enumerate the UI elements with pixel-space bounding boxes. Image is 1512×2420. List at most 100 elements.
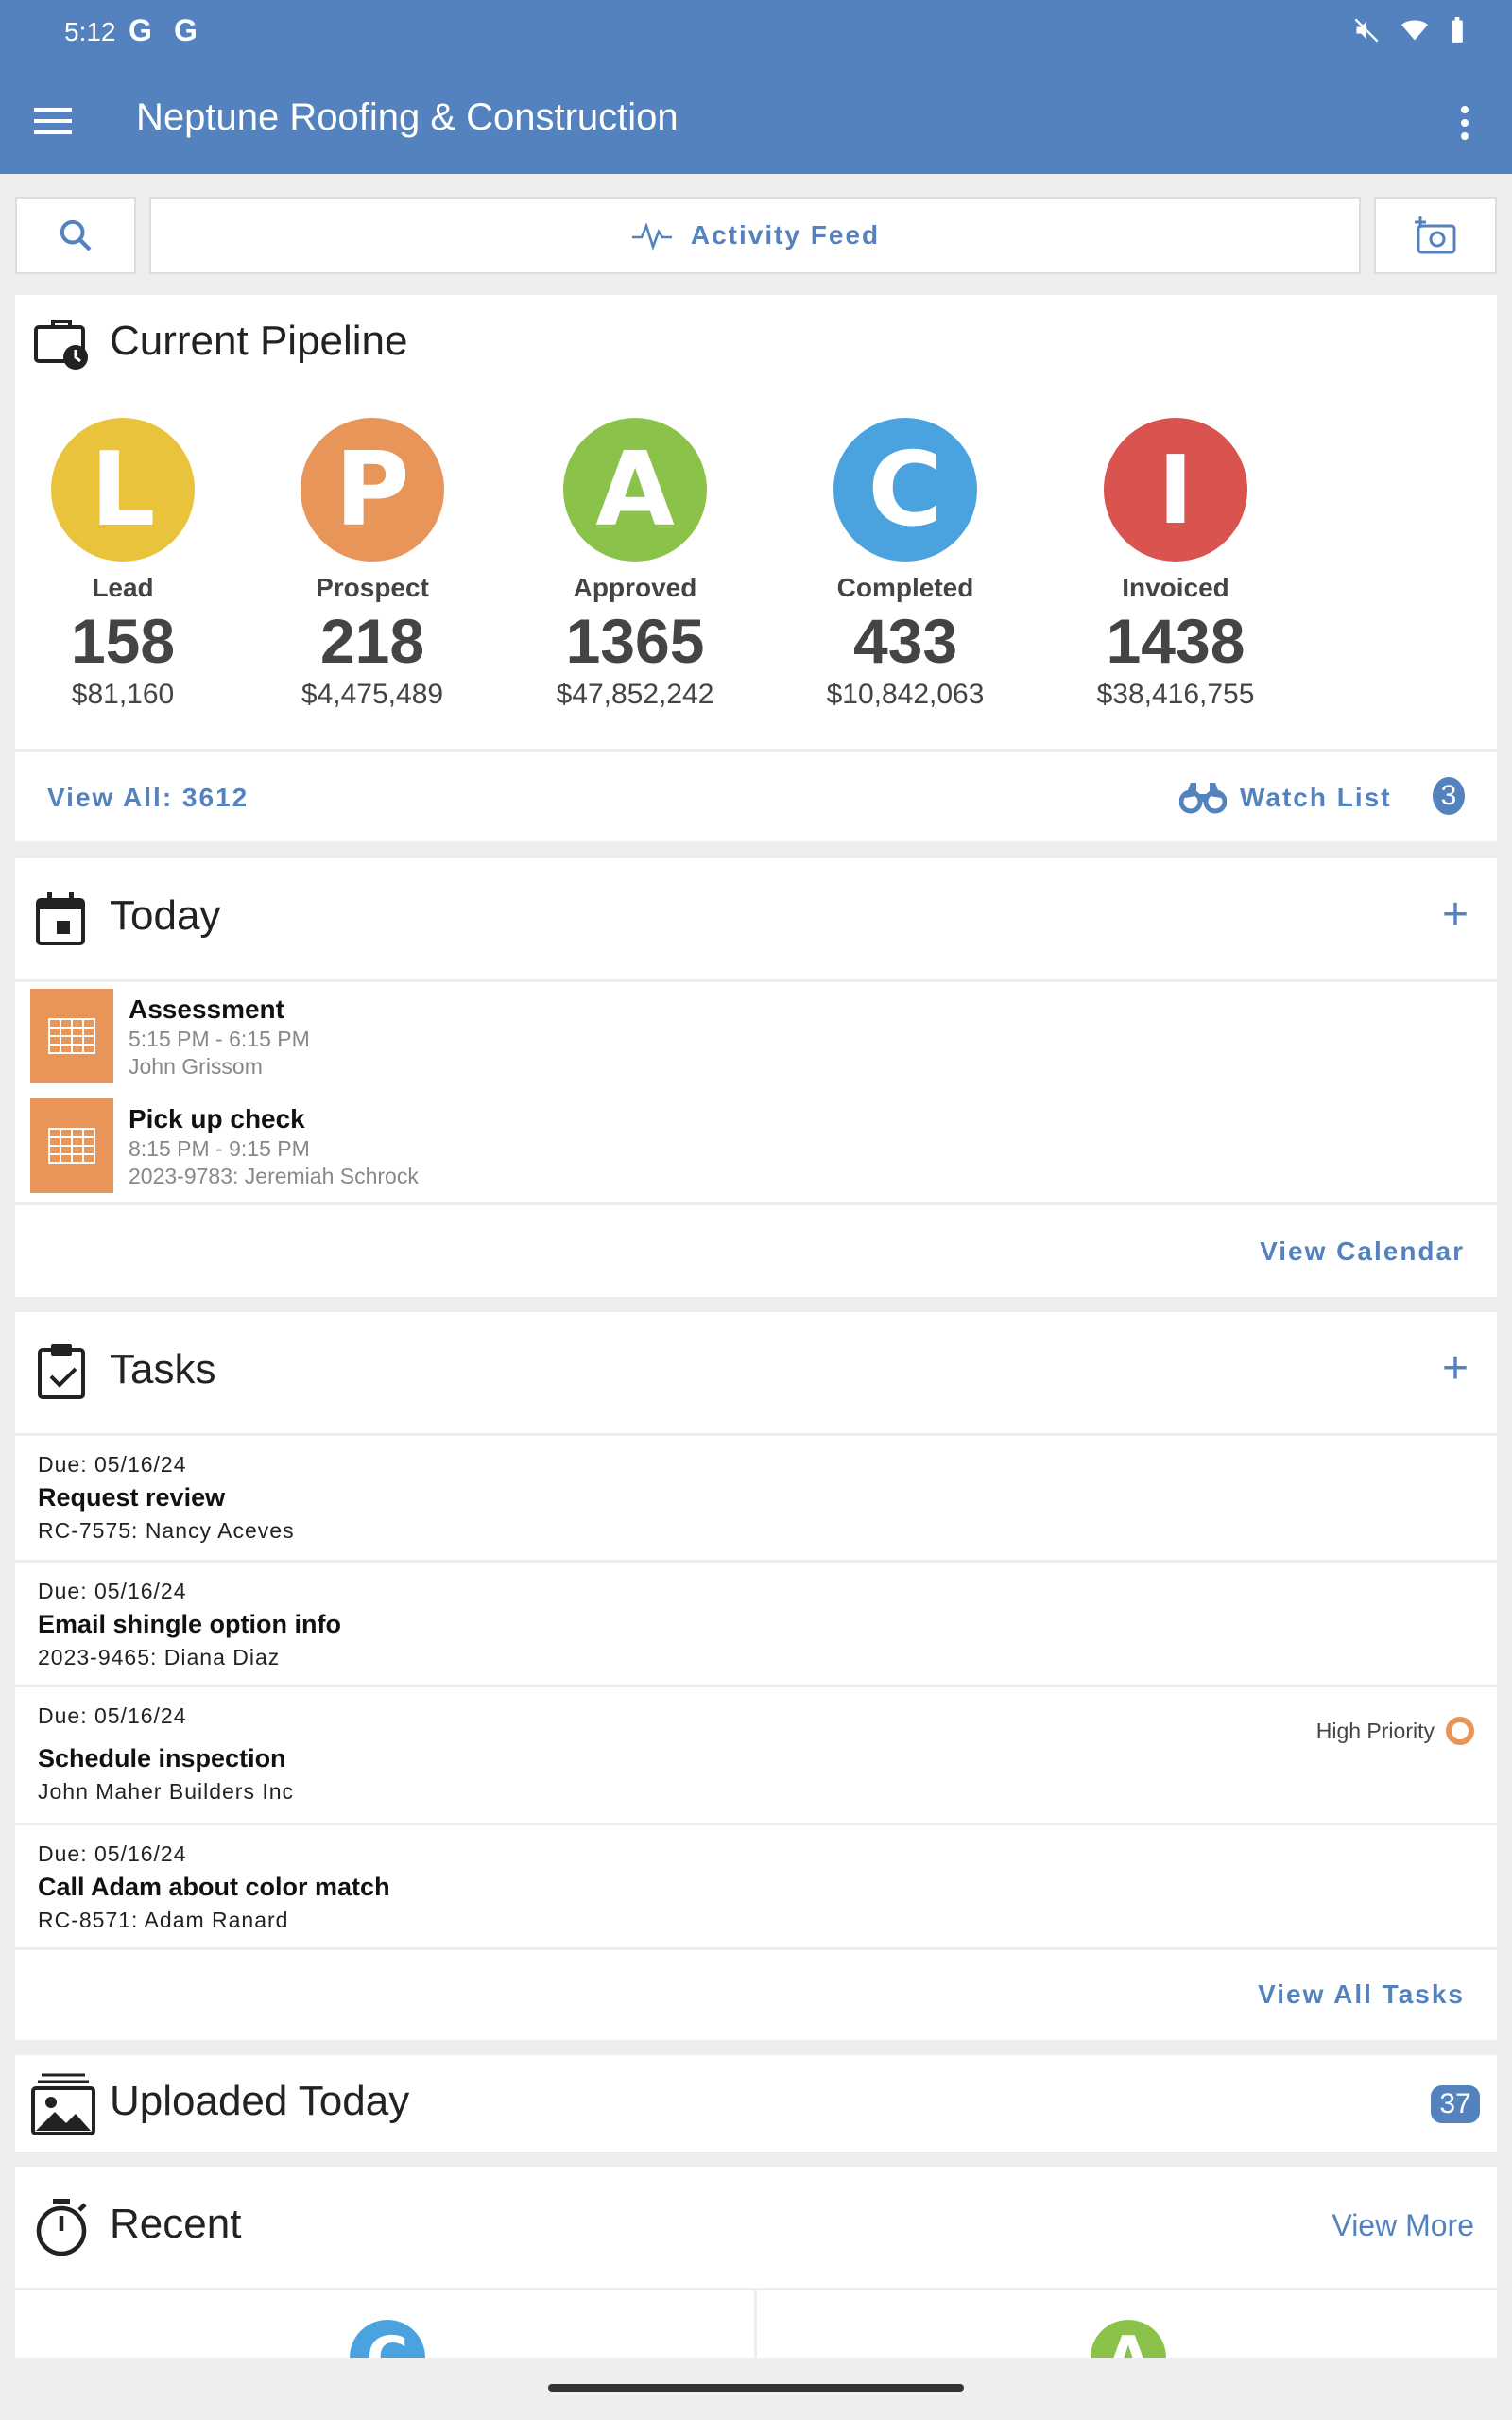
stage-amount: $38,416,755 — [1096, 679, 1255, 710]
stage-circle: C — [833, 418, 977, 562]
priority-label: High Priority — [1315, 1718, 1435, 1743]
photo-gallery-icon — [31, 2073, 95, 2135]
home-gesture-handle[interactable] — [548, 2384, 964, 2392]
app-bar: Neptune Roofing & Construction — [0, 68, 1512, 174]
task-title: Call Adam about color match — [38, 1873, 390, 1901]
recent-column-divider — [754, 2288, 757, 2358]
stage-label: Approved — [573, 573, 697, 602]
activity-icon — [631, 222, 672, 251]
event-person: 2023-9783: Jeremiah Schrock — [129, 1164, 419, 1188]
view-all-link[interactable]: View All: 3612 — [47, 783, 249, 813]
activity-feed-button[interactable]: Activity Feed — [149, 197, 1361, 274]
event-time: 8:15 PM - 9:15 PM — [129, 1136, 310, 1161]
add-task-button[interactable]: + — [1442, 1342, 1469, 1394]
stage-label: Lead — [92, 573, 154, 602]
stage-prospect[interactable]: P Prospect 218 $4,475,489 — [268, 418, 476, 711]
stage-approved[interactable]: A Approved 1365 $47,852,242 — [531, 418, 739, 711]
stage-label: Invoiced — [1122, 573, 1229, 602]
event-title: Assessment — [129, 994, 284, 1024]
pipeline-card: Current Pipeline L Lead 158 $81,160 P Pr… — [15, 295, 1497, 841]
google-icon: G — [129, 13, 152, 47]
activity-feed-label: Activity Feed — [690, 220, 881, 250]
uploaded-today-title: Uploaded Today — [110, 2078, 410, 2124]
binoculars-icon — [1179, 783, 1227, 814]
app-title: Neptune Roofing & Construction — [136, 96, 679, 138]
stage-label: Prospect — [316, 573, 429, 602]
task-due: Due: 05/16/24 — [38, 1703, 187, 1728]
task-title: Request review — [38, 1483, 226, 1512]
table-icon — [48, 1018, 95, 1054]
search-icon — [60, 219, 92, 251]
task-due: Due: 05/16/24 — [38, 1841, 187, 1866]
status-time: 5:12 — [64, 17, 116, 46]
recent-item-circle[interactable]: A — [1091, 2320, 1166, 2358]
uploaded-count-badge: 37 — [1431, 2085, 1480, 2123]
calendar-icon — [36, 892, 85, 945]
stage-count: 1438 — [1106, 606, 1246, 676]
stage-circle: L — [51, 418, 195, 562]
event-thumbnail — [30, 1098, 113, 1193]
calendar-event[interactable]: Pick up check 8:15 PM - 9:15 PM 2023-978… — [30, 1098, 419, 1193]
watch-list-count-badge: 3 — [1433, 777, 1465, 815]
task-due: Due: 05/16/24 — [38, 1579, 187, 1603]
view-more-link[interactable]: View More — [1332, 2208, 1474, 2243]
battery-icon — [1452, 17, 1463, 43]
view-calendar-link[interactable]: View Calendar — [1260, 1236, 1465, 1267]
priority-indicator: High Priority — [1316, 1717, 1474, 1745]
task-sub: John Maher Builders Inc — [38, 1779, 295, 1804]
stage-count: 433 — [852, 606, 958, 676]
stage-circle: P — [301, 418, 444, 562]
event-time: 5:15 PM - 6:15 PM — [129, 1027, 310, 1051]
stage-label: Completed — [836, 573, 974, 602]
briefcase-clock-icon — [34, 320, 88, 370]
stage-amount: $81,160 — [71, 679, 175, 710]
priority-dot-icon — [1446, 1717, 1474, 1745]
stage-circle: A — [563, 418, 707, 562]
uploaded-today-card[interactable]: Uploaded Today 37 — [15, 2055, 1497, 2152]
stage-completed[interactable]: C Completed 433 $10,842,063 — [801, 418, 1009, 711]
event-person: John Grissom — [129, 1054, 263, 1079]
system-nav-bar — [0, 2358, 1512, 2420]
stage-lead[interactable]: L Lead 158 $81,160 — [19, 418, 227, 711]
today-card: Today + Assessment 5:15 PM - 6:15 PM Joh… — [15, 858, 1497, 1297]
tasks-title: Tasks — [110, 1346, 216, 1392]
task-due: Due: 05/16/24 — [38, 1452, 187, 1477]
google-icon: G — [174, 13, 198, 47]
task-item[interactable]: Due: 05/16/24 Request review RC-7575: Na… — [15, 1452, 1497, 1544]
today-title: Today — [110, 892, 221, 939]
recent-card: Recent View More C A — [15, 2167, 1497, 2358]
task-item[interactable]: Due: 05/16/24 Email shingle option info … — [15, 1579, 1497, 1670]
table-icon — [48, 1128, 95, 1164]
recent-item-circle[interactable]: C — [350, 2320, 425, 2358]
task-sub: RC-8571: Adam Ranard — [38, 1908, 289, 1932]
calendar-event[interactable]: Assessment 5:15 PM - 6:15 PM John Grisso… — [30, 989, 310, 1083]
recent-title: Recent — [110, 2201, 242, 2247]
task-title: Schedule inspection — [38, 1744, 286, 1772]
camera-add-icon — [1415, 216, 1456, 254]
mute-icon — [1354, 18, 1379, 43]
stage-count: 1365 — [565, 606, 705, 676]
camera-add-button[interactable] — [1374, 197, 1497, 274]
stage-amount: $47,852,242 — [556, 679, 714, 710]
task-title: Email shingle option info — [38, 1610, 341, 1638]
task-sub: 2023-9465: Diana Diaz — [38, 1645, 281, 1669]
task-item[interactable]: Due: 05/16/24 Call Adam about color matc… — [15, 1841, 1497, 1933]
stage-circle: I — [1104, 418, 1247, 562]
pipeline-title: Current Pipeline — [110, 318, 408, 364]
event-thumbnail — [30, 989, 113, 1083]
search-button[interactable] — [15, 197, 136, 274]
stage-count: 158 — [70, 606, 176, 676]
event-title: Pick up check — [129, 1104, 305, 1133]
task-item[interactable]: Due: 05/16/24 Schedule inspection John M… — [15, 1690, 1497, 1826]
task-sub: RC-7575: Nancy Aceves — [38, 1518, 295, 1543]
stage-invoiced[interactable]: I Invoiced 1438 $38,416,755 — [1072, 418, 1280, 711]
clipboard-check-icon — [38, 1344, 85, 1399]
wifi-icon — [1401, 20, 1428, 41]
stage-count: 218 — [319, 606, 425, 676]
more-vert-icon[interactable] — [1459, 106, 1470, 140]
stage-amount: $10,842,063 — [826, 679, 985, 710]
view-all-tasks-link[interactable]: View All Tasks — [1258, 1979, 1465, 2010]
menu-icon[interactable] — [34, 106, 72, 136]
add-event-button[interactable]: + — [1442, 889, 1469, 941]
watch-list-link[interactable]: Watch List — [1240, 783, 1392, 813]
